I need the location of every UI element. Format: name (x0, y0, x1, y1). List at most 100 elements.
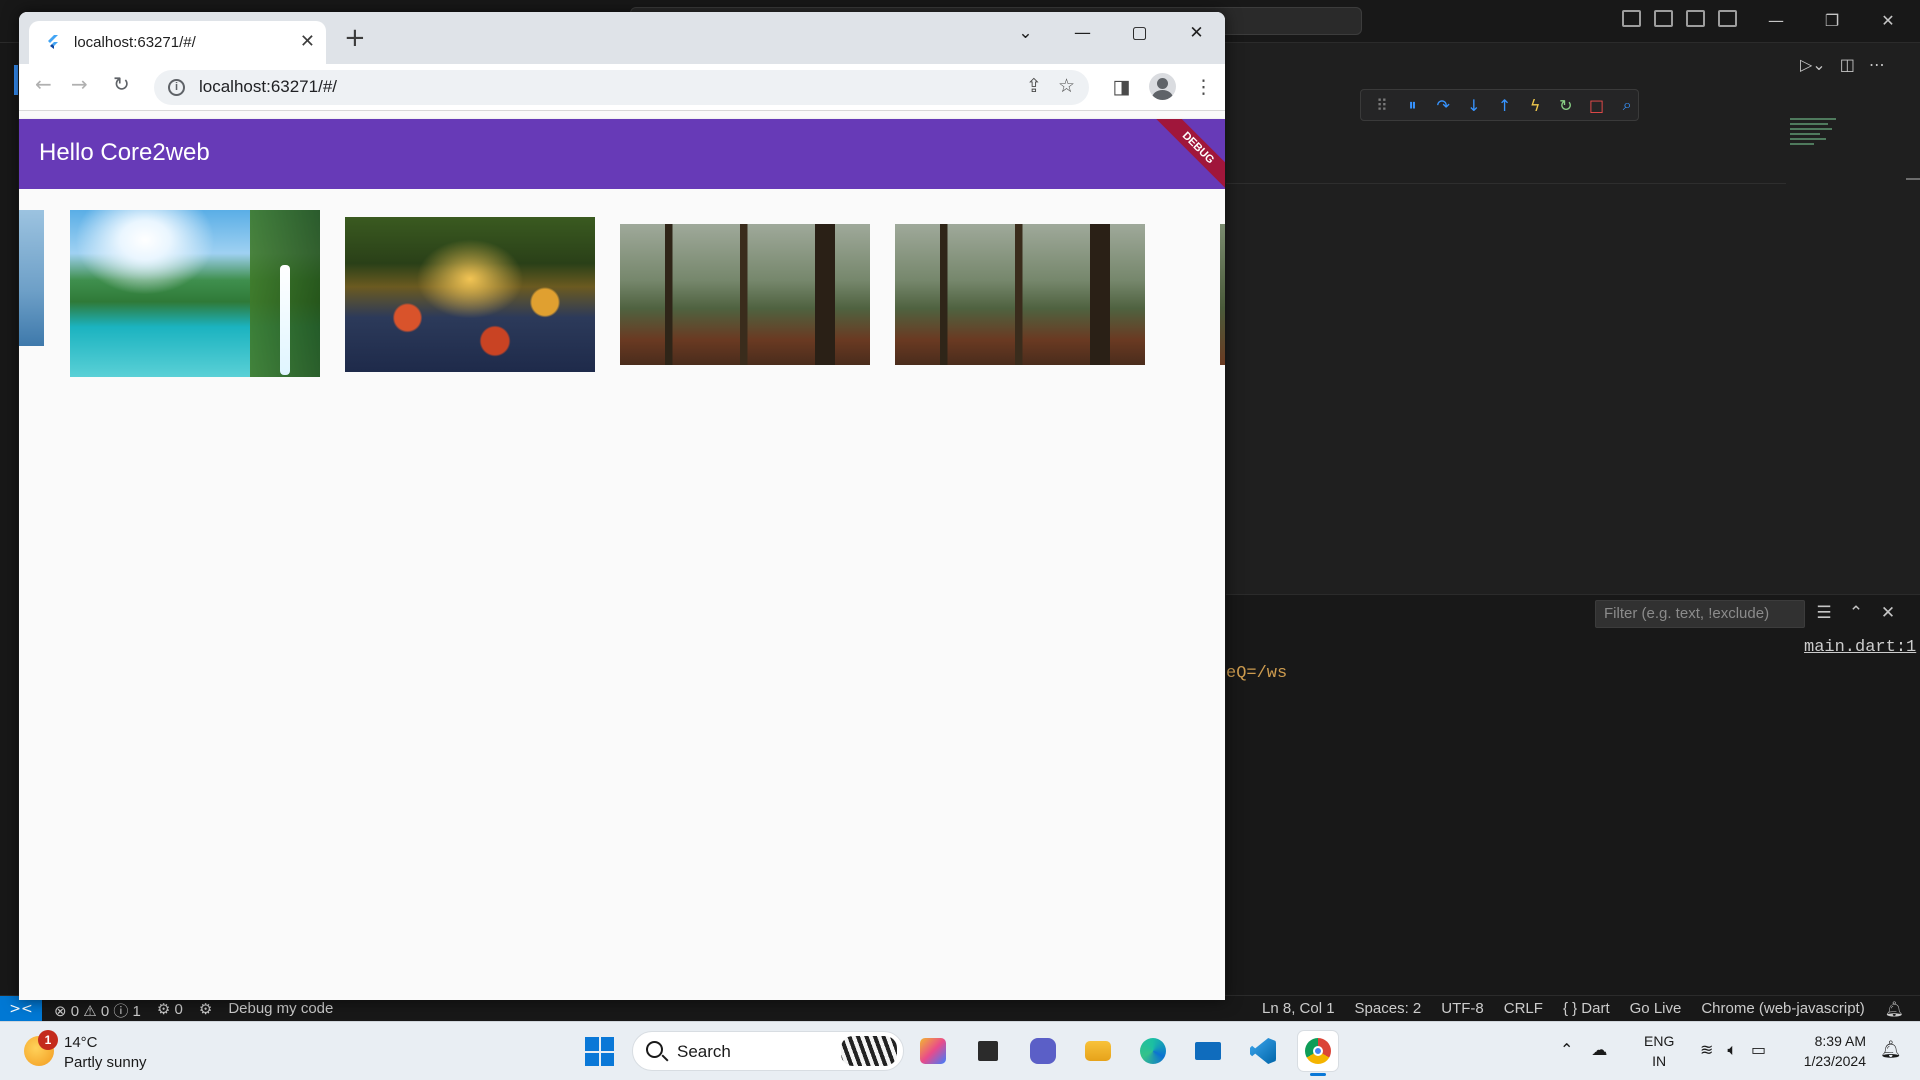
bookmark-star-icon[interactable]: ☆ (1058, 75, 1075, 97)
task-view-icon[interactable] (968, 1031, 1008, 1071)
problems-status[interactable]: ⊗ 0 ⚠ 0 ⓘ 1 (54, 1000, 141, 1021)
edge-icon[interactable] (1133, 1031, 1173, 1071)
notification-badge: 1 (38, 1030, 58, 1050)
indentation[interactable]: Spaces: 2 (1355, 1000, 1422, 1018)
search-icon (646, 1041, 663, 1058)
notifications-icon[interactable]: 🔔︎ (1880, 1040, 1902, 1060)
debug-banner: DEBUG (1145, 119, 1225, 189)
vscode-icon[interactable] (1243, 1031, 1283, 1071)
tab-title: localhost:63271/#/ (74, 34, 196, 51)
clear-console-icon[interactable]: ☰ (1815, 603, 1833, 623)
step-over-icon[interactable]: ↷ (1432, 96, 1454, 115)
source-link[interactable]: main.dart:1 (1804, 638, 1916, 657)
quick-settings[interactable]: ≋ 🔈︎ ▭ (1700, 1040, 1766, 1060)
search-highlight-icon (841, 1036, 897, 1066)
partial-right-image (1220, 224, 1225, 365)
customize-layout-icon[interactable] (1718, 10, 1737, 27)
address-bar[interactable]: i localhost:63271/#/ ⇪ ☆ (154, 70, 1089, 105)
maximize-icon[interactable]: ▢ (1111, 18, 1168, 48)
input-language[interactable]: ENG IN (1644, 1031, 1674, 1071)
onedrive-cloud-icon[interactable]: ☁ (1591, 1040, 1607, 1059)
close-icon[interactable]: ✕ (1168, 18, 1225, 48)
misty-forest-image-2 (895, 224, 1145, 365)
minimize-icon[interactable]: — (1054, 18, 1111, 48)
debug-config-icon[interactable]: ⚙ (199, 1000, 212, 1021)
debug-toolbar: ⠿ ⏸ ↷ ↓ ↑ ϟ ↻ □ ⌕ (1360, 89, 1639, 121)
new-tab-button[interactable]: + (344, 25, 366, 51)
site-info-icon[interactable]: i (168, 79, 185, 96)
encoding[interactable]: UTF-8 (1441, 1000, 1484, 1018)
step-out-icon[interactable]: ↑ (1494, 96, 1516, 115)
close-icon[interactable]: ✕ (1860, 6, 1916, 36)
go-live-button[interactable]: Go Live (1630, 1000, 1682, 1018)
split-editor-icon[interactable]: ◫ (1840, 55, 1855, 74)
clock[interactable]: 8:39 AM 1/23/2024 (1790, 1031, 1866, 1071)
weather-condition: Partly sunny (64, 1054, 147, 1071)
language-mode[interactable]: { } Dart (1563, 1000, 1610, 1018)
teams-icon[interactable] (1023, 1031, 1063, 1071)
panel-controls: ☰ ⌃ ✕ (1815, 603, 1897, 623)
drag-handle-icon[interactable]: ⠿ (1371, 96, 1393, 115)
bell-icon[interactable]: 🔔︎ (1885, 1000, 1904, 1018)
back-icon[interactable]: ← (35, 72, 52, 96)
tab-strip: localhost:63271/#/ ✕ + ⌄ — ▢ ✕ (19, 12, 1225, 64)
tab-search-icon[interactable]: ⌄ (997, 18, 1054, 48)
forward-icon[interactable]: → (71, 72, 88, 96)
editor-actions: ▷⌄ ◫ ⋯ (1800, 55, 1885, 74)
side-panel-icon[interactable]: ◨ (1108, 76, 1135, 98)
app-bar: Hello Core2web DEBUG (19, 119, 1225, 189)
weather-widget[interactable]: 1 14°C Partly sunny (24, 1030, 184, 1074)
console-filter-input[interactable]: Filter (e.g. text, !exclude) (1595, 600, 1805, 628)
start-button[interactable] (585, 1037, 614, 1066)
debug-console-panel (1226, 594, 1920, 1019)
mail-icon[interactable] (1188, 1031, 1228, 1071)
stop-icon[interactable]: □ (1586, 96, 1608, 115)
more-actions-icon[interactable]: ⋯ (1869, 55, 1885, 74)
waterfall-lake-image (70, 210, 320, 377)
hot-reload-icon[interactable]: ϟ (1524, 96, 1546, 115)
volume-icon: 🔈︎ (1727, 1040, 1738, 1059)
line-ending[interactable]: CRLF (1504, 1000, 1543, 1018)
minimize-icon[interactable]: — (1748, 6, 1804, 36)
misty-forest-image (620, 224, 870, 365)
search-label: Search (677, 1042, 731, 1061)
file-explorer-icon[interactable] (1078, 1031, 1118, 1071)
chrome-menu-icon[interactable]: ⋮ (1190, 76, 1217, 98)
device-selector[interactable]: Chrome (web-javascript) (1701, 1000, 1864, 1018)
profile-avatar-icon[interactable] (1149, 73, 1176, 100)
hot-restart-icon[interactable]: ↻ (1555, 96, 1577, 115)
debug-config-label[interactable]: Debug my code (228, 1000, 333, 1021)
toggle-secondary-sidebar-icon[interactable] (1686, 10, 1705, 27)
step-into-icon[interactable]: ↓ (1463, 96, 1485, 115)
toggle-sidebar-icon[interactable] (1622, 10, 1641, 27)
clock-time: 8:39 AM (1814, 1033, 1866, 1049)
restore-icon[interactable]: ❐ (1804, 6, 1860, 36)
language-code: ENG (1644, 1033, 1675, 1049)
wifi-icon: ≋ (1700, 1040, 1714, 1059)
clock-date: 1/23/2024 (1803, 1053, 1866, 1069)
system-tray: ⌃ ☁ (1560, 1040, 1607, 1059)
run-icon[interactable]: ▷⌄ (1800, 55, 1826, 74)
close-tab-icon[interactable]: ✕ (300, 31, 315, 52)
toggle-panel-icon[interactable] (1654, 10, 1673, 27)
share-icon[interactable]: ⇪ (1026, 75, 1042, 97)
devtools-icon[interactable]: ⌕ (1616, 95, 1638, 115)
reload-icon[interactable]: ↻ (113, 72, 130, 96)
cursor-position[interactable]: Ln 8, Col 1 (1262, 1000, 1335, 1018)
browser-tab[interactable]: localhost:63271/#/ ✕ (29, 21, 326, 64)
close-panel-icon[interactable]: ✕ (1879, 603, 1897, 623)
show-hidden-icons-icon[interactable]: ⌃ (1560, 1040, 1573, 1059)
image-list[interactable] (19, 189, 1225, 1000)
minimap[interactable] (1790, 115, 1840, 170)
ports-status[interactable]: ⚙ 0 (157, 1000, 183, 1021)
taskbar-search[interactable]: Search (632, 1031, 904, 1071)
maximize-panel-icon[interactable]: ⌃ (1847, 603, 1865, 623)
region-code: IN (1652, 1053, 1667, 1069)
url-text[interactable]: localhost:63271/#/ (199, 77, 337, 97)
vscode-window-controls: — ❐ ✕ (1748, 6, 1916, 36)
console-output: eQ=/ws (1226, 664, 1288, 683)
chrome-icon[interactable] (1298, 1031, 1338, 1076)
pause-icon[interactable]: ⏸ (1402, 95, 1424, 115)
browser-toolbar: ← → ↻ i localhost:63271/#/ ⇪ ☆ ◨ ⋮ (19, 64, 1225, 111)
copilot-icon[interactable] (913, 1031, 953, 1071)
